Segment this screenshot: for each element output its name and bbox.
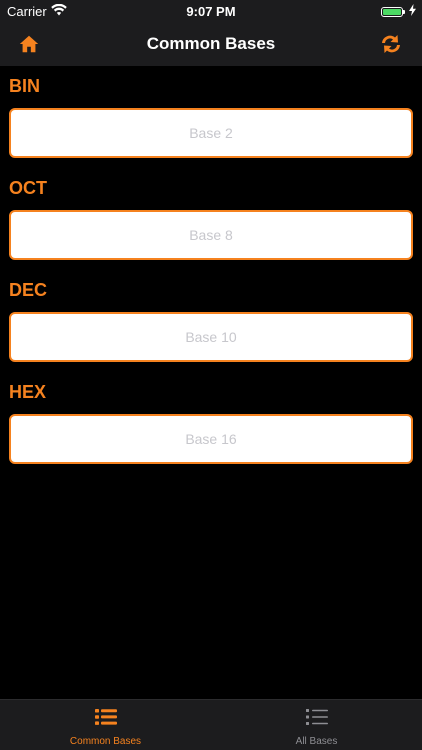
status-time: 9:07 PM xyxy=(186,4,236,19)
tab-common-bases[interactable]: Common Bases xyxy=(0,700,211,750)
status-bar: Carrier 9:07 PM xyxy=(0,0,422,22)
oct-input[interactable] xyxy=(9,210,413,260)
tab-label-all-bases: All Bases xyxy=(295,736,338,747)
list-icon xyxy=(94,708,117,726)
battery-level xyxy=(383,8,401,15)
tab-all-bases[interactable]: All Bases xyxy=(211,700,422,750)
section-dec: DEC xyxy=(0,270,422,372)
section-oct: OCT xyxy=(0,168,422,270)
charging-bolt-icon xyxy=(409,4,416,19)
section-label-dec: DEC xyxy=(9,280,48,300)
battery-icon xyxy=(381,6,405,17)
section-label-hex: HEX xyxy=(9,382,47,402)
tab-bar: Common Bases All Bases xyxy=(0,699,422,750)
list-icon xyxy=(305,708,328,726)
swap-arrows-icon[interactable] xyxy=(378,31,404,57)
section-hex: HEX xyxy=(0,372,422,474)
tab-label-common-bases: Common Bases xyxy=(69,736,142,747)
page-title: Common Bases xyxy=(146,34,276,53)
section-label-oct: OCT xyxy=(9,178,47,198)
bases-list: BIN OCT DEC HEX xyxy=(0,66,422,474)
dec-input[interactable] xyxy=(9,312,413,362)
navigation-bar: Common Bases xyxy=(0,22,422,66)
section-label-bin: BIN xyxy=(9,76,40,96)
section-bin: BIN xyxy=(0,66,422,168)
status-right xyxy=(381,4,416,19)
bin-input[interactable] xyxy=(9,108,413,158)
hex-input[interactable] xyxy=(9,414,413,464)
